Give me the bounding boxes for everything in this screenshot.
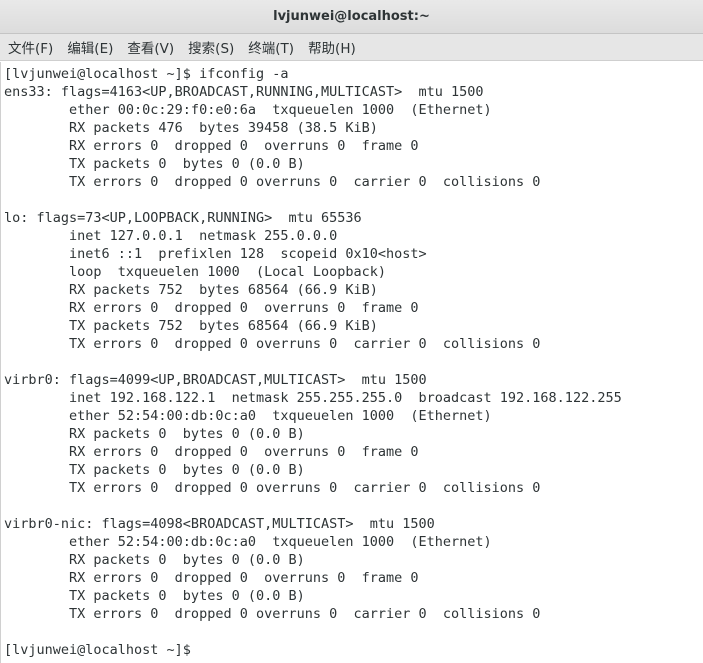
- terminal-line: RX errors 0 dropped 0 overruns 0 frame 0: [4, 570, 419, 586]
- terminal-line: RX packets 0 bytes 0 (0.0 B): [4, 552, 305, 568]
- terminal-line: TX packets 0 bytes 0 (0.0 B): [4, 462, 305, 478]
- menu-help[interactable]: 帮助(H): [302, 34, 362, 60]
- text-cursor: [199, 642, 207, 657]
- terminal-line: lo: flags=73<UP,LOOPBACK,RUNNING> mtu 65…: [4, 210, 362, 226]
- terminal-line: ether 52:54:00:db:0c:a0 txqueuelen 1000 …: [4, 534, 492, 550]
- terminal-line: TX packets 752 bytes 68564 (66.9 KiB): [4, 318, 378, 334]
- terminal-line: inet6 ::1 prefixlen 128 scopeid 0x10<hos…: [4, 246, 427, 262]
- title-bar[interactable]: lvjunwei@localhost:~: [0, 0, 703, 34]
- terminal-line: TX errors 0 dropped 0 overruns 0 carrier…: [4, 336, 541, 352]
- terminal-line: RX errors 0 dropped 0 overruns 0 frame 0: [4, 300, 419, 316]
- terminal-line: inet 127.0.0.1 netmask 255.0.0.0: [4, 228, 338, 244]
- terminal-line: RX packets 752 bytes 68564 (66.9 KiB): [4, 282, 378, 298]
- window-title: lvjunwei@localhost:~: [273, 9, 430, 24]
- terminal-line: loop txqueuelen 1000 (Local Loopback): [4, 264, 387, 280]
- terminal-line: RX errors 0 dropped 0 overruns 0 frame 0: [4, 444, 419, 460]
- terminal-line: [lvjunwei@localhost ~]$ ifconfig -a: [4, 66, 289, 82]
- menu-file[interactable]: 文件(F): [2, 34, 59, 60]
- terminal-line: ether 52:54:00:db:0c:a0 txqueuelen 1000 …: [4, 408, 492, 424]
- terminal-prompt-line: [lvjunwei@localhost ~]$: [4, 641, 703, 659]
- terminal-line: TX errors 0 dropped 0 overruns 0 carrier…: [4, 174, 541, 190]
- menu-bar: 文件(F) 编辑(E) 查看(V) 搜索(S) 终端(T) 帮助(H): [0, 34, 703, 61]
- menu-terminal[interactable]: 终端(T): [242, 34, 300, 60]
- menu-edit[interactable]: 编辑(E): [61, 34, 119, 60]
- terminal-line: TX packets 0 bytes 0 (0.0 B): [4, 156, 305, 172]
- terminal-line: RX packets 0 bytes 0 (0.0 B): [4, 426, 305, 442]
- menu-search[interactable]: 搜索(S): [182, 34, 240, 60]
- menu-view[interactable]: 查看(V): [121, 34, 180, 60]
- terminal-line: ether 00:0c:29:f0:e0:6a txqueuelen 1000 …: [4, 102, 492, 118]
- terminal-line: ens33: flags=4163<UP,BROADCAST,RUNNING,M…: [4, 84, 484, 100]
- terminal-line: RX packets 476 bytes 39458 (38.5 KiB): [4, 120, 378, 136]
- terminal-window: lvjunwei@localhost:~ 文件(F) 编辑(E) 查看(V) 搜…: [0, 0, 703, 663]
- terminal-line: RX errors 0 dropped 0 overruns 0 frame 0: [4, 138, 419, 154]
- terminal-line: inet 192.168.122.1 netmask 255.255.255.0…: [4, 390, 622, 406]
- terminal-line: TX errors 0 dropped 0 overruns 0 carrier…: [4, 480, 541, 496]
- terminal-line: TX errors 0 dropped 0 overruns 0 carrier…: [4, 606, 541, 622]
- terminal-line: virbr0-nic: flags=4098<BROADCAST,MULTICA…: [4, 516, 435, 532]
- terminal-line: TX packets 0 bytes 0 (0.0 B): [4, 588, 305, 604]
- terminal-line: virbr0: flags=4099<UP,BROADCAST,MULTICAS…: [4, 372, 427, 388]
- terminal-output[interactable]: [lvjunwei@localhost ~]$ ifconfig -a ens33…: [0, 62, 703, 663]
